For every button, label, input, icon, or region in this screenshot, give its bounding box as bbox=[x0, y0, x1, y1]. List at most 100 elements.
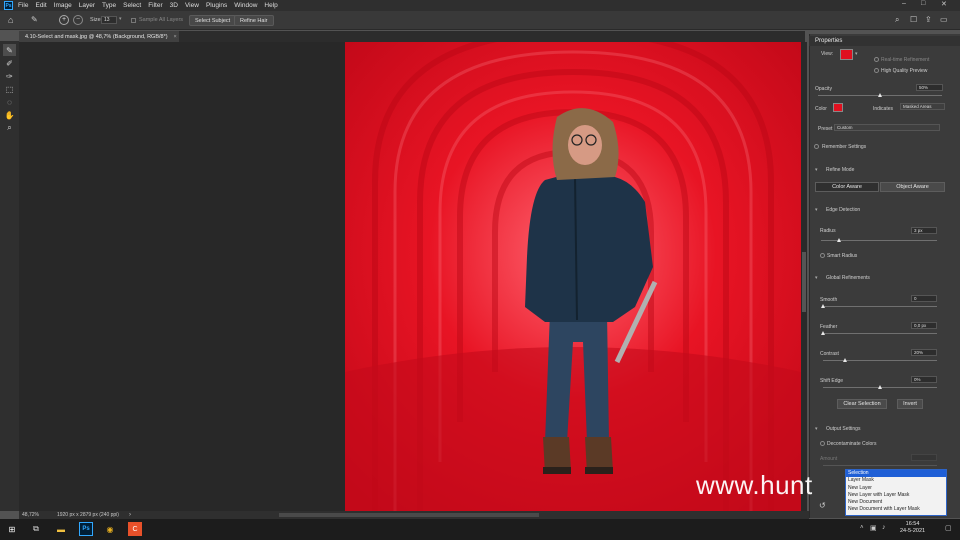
object-selection-tool-icon[interactable]: ⬚ bbox=[3, 83, 16, 95]
tab-close-icon[interactable]: × bbox=[174, 34, 177, 40]
smooth-slider-track[interactable] bbox=[823, 306, 937, 307]
app-icon[interactable]: C bbox=[128, 522, 142, 536]
contrast-input[interactable]: 20% bbox=[911, 349, 937, 356]
lasso-tool-icon[interactable]: ◌ bbox=[3, 96, 16, 108]
scrollbar-thumb[interactable] bbox=[802, 252, 806, 312]
contrast-slider-thumb[interactable] bbox=[843, 358, 848, 362]
zoom-tool-icon[interactable]: ⌕ bbox=[3, 122, 16, 134]
sample-all-layers-checkbox[interactable] bbox=[131, 18, 136, 23]
subtract-from-selection-icon[interactable]: − bbox=[73, 15, 83, 25]
brush-size-input[interactable]: 13 bbox=[101, 16, 117, 24]
remember-settings-checkbox[interactable] bbox=[814, 144, 819, 149]
chevron-down-icon[interactable]: ▾ bbox=[815, 207, 818, 213]
menu-help[interactable]: Help bbox=[264, 2, 277, 9]
chevron-down-icon[interactable]: ▾ bbox=[855, 51, 858, 57]
color-aware-button[interactable]: Color Aware bbox=[815, 182, 879, 192]
file-explorer-icon[interactable]: ▬ bbox=[54, 522, 68, 536]
amount-input[interactable] bbox=[911, 454, 937, 461]
menu-file[interactable]: File bbox=[18, 2, 28, 9]
real-time-refinement-checkbox[interactable] bbox=[874, 57, 879, 62]
workspace-icon[interactable]: ▭ bbox=[940, 15, 948, 24]
menu-filter[interactable]: Filter bbox=[148, 2, 162, 9]
smooth-slider-thumb[interactable] bbox=[820, 304, 825, 308]
chevron-down-icon[interactable]: ▾ bbox=[815, 167, 818, 173]
amount-slider-track[interactable] bbox=[823, 465, 937, 466]
chevron-down-icon[interactable]: ▾ bbox=[815, 275, 818, 281]
edge-detection-title: Edge Detection bbox=[826, 207, 861, 213]
invert-button[interactable]: Invert bbox=[897, 399, 923, 409]
object-aware-button[interactable]: Object Aware bbox=[880, 182, 945, 192]
indicates-dropdown[interactable]: Masked Areas bbox=[900, 103, 945, 110]
clear-selection-button[interactable]: Clear Selection bbox=[837, 399, 887, 409]
chevron-down-icon[interactable]: ▾ bbox=[119, 16, 122, 22]
network-icon[interactable]: ▣ bbox=[870, 524, 877, 532]
refine-edge-brush-icon[interactable]: ✐ bbox=[3, 57, 16, 69]
opacity-slider-thumb[interactable] bbox=[877, 93, 882, 97]
task-view-icon[interactable]: ⧉ bbox=[29, 522, 43, 536]
menu-select[interactable]: Select bbox=[123, 2, 141, 9]
menu-image[interactable]: Image bbox=[54, 2, 72, 9]
output-option-selection[interactable]: Selection bbox=[846, 470, 946, 478]
output-option-new-document[interactable]: New Document bbox=[846, 499, 946, 506]
menu-window[interactable]: Window bbox=[234, 2, 257, 9]
reset-icon[interactable]: ↺ bbox=[819, 501, 826, 510]
document-tab[interactable]: 4.10-Select and mask.jpg @ 48,7% (Backgr… bbox=[19, 31, 179, 42]
brush-tool-icon[interactable]: ✑ bbox=[3, 70, 16, 82]
horizontal-scrollbar[interactable] bbox=[279, 513, 539, 517]
image-canvas[interactable] bbox=[345, 42, 801, 511]
volume-icon[interactable]: ♪ bbox=[882, 524, 886, 531]
add-to-selection-icon[interactable]: + bbox=[59, 15, 69, 25]
feather-slider-thumb[interactable] bbox=[820, 331, 825, 335]
shift-edge-slider-thumb[interactable] bbox=[877, 385, 882, 389]
contrast-label: Contrast bbox=[820, 351, 839, 357]
shift-edge-input[interactable]: 0% bbox=[911, 376, 937, 383]
output-option-new-document-with-mask[interactable]: New Document with Layer Mask bbox=[846, 506, 946, 513]
output-option-layer-mask[interactable]: Layer Mask bbox=[846, 477, 946, 484]
radius-input[interactable]: 3 px bbox=[911, 227, 937, 234]
chrome-icon[interactable]: ◉ bbox=[103, 522, 117, 536]
decontaminate-colors-checkbox[interactable] bbox=[820, 441, 825, 446]
chevron-down-icon[interactable]: ▾ bbox=[815, 426, 818, 432]
hand-tool-icon[interactable]: ✋ bbox=[3, 109, 16, 121]
smart-radius-checkbox[interactable] bbox=[820, 253, 825, 258]
quick-selection-brush-icon[interactable]: ✎ bbox=[31, 15, 38, 24]
opacity-input[interactable]: 50% bbox=[916, 84, 943, 91]
preset-dropdown[interactable]: Custom bbox=[834, 124, 940, 131]
menu-3d[interactable]: 3D bbox=[170, 2, 178, 9]
menu-layer[interactable]: Layer bbox=[79, 2, 95, 9]
contrast-slider-track[interactable] bbox=[823, 360, 937, 361]
quick-selection-tool-icon[interactable]: ✎ bbox=[3, 44, 16, 56]
close-window-button[interactable]: ✕ bbox=[941, 0, 947, 8]
learn-icon[interactable]: ☐ bbox=[910, 15, 917, 24]
taskbar-clock[interactable]: 16:54 24-5-2021 bbox=[900, 521, 925, 535]
share-icon[interactable]: ⇪ bbox=[925, 15, 932, 24]
minimize-button[interactable]: – bbox=[902, 0, 906, 7]
high-quality-preview-checkbox[interactable] bbox=[874, 68, 879, 73]
radius-slider-thumb[interactable] bbox=[837, 238, 842, 242]
search-icon[interactable]: ⌕ bbox=[895, 15, 899, 25]
windows-start-icon[interactable]: ⊞ bbox=[5, 522, 19, 536]
menu-type[interactable]: Type bbox=[102, 2, 116, 9]
menu-view[interactable]: View bbox=[185, 2, 199, 9]
feather-input[interactable]: 0,0 px bbox=[911, 322, 937, 329]
photoshop-taskbar-icon[interactable]: Ps bbox=[79, 522, 93, 536]
menu-plugins[interactable]: Plugins bbox=[206, 2, 227, 9]
vertical-scrollbar[interactable] bbox=[801, 42, 807, 511]
chevron-right-icon[interactable]: › bbox=[129, 512, 131, 518]
menu-edit[interactable]: Edit bbox=[35, 2, 46, 9]
overlay-color-swatch[interactable] bbox=[833, 103, 843, 112]
smooth-input[interactable]: 0 bbox=[911, 295, 937, 302]
properties-title: Properties bbox=[815, 38, 843, 44]
maximize-button[interactable]: □ bbox=[921, 0, 925, 7]
chevron-up-icon[interactable]: ˄ bbox=[860, 525, 864, 531]
feather-slider-track[interactable] bbox=[823, 333, 937, 334]
notification-icon[interactable]: ▢ bbox=[945, 524, 952, 532]
select-subject-button[interactable]: Select Subject bbox=[189, 15, 237, 26]
output-option-new-layer[interactable]: New Layer bbox=[846, 485, 946, 492]
home-icon[interactable]: ⌂ bbox=[8, 15, 13, 25]
refine-hair-button[interactable]: Refine Hair bbox=[234, 15, 274, 26]
zoom-level[interactable]: 48,72% bbox=[22, 512, 39, 518]
view-mode-swatch[interactable] bbox=[840, 49, 853, 60]
output-to-dropdown[interactable]: Selection Layer Mask New Layer New Layer… bbox=[845, 469, 947, 516]
output-option-new-layer-with-mask[interactable]: New Layer with Layer Mask bbox=[846, 492, 946, 499]
